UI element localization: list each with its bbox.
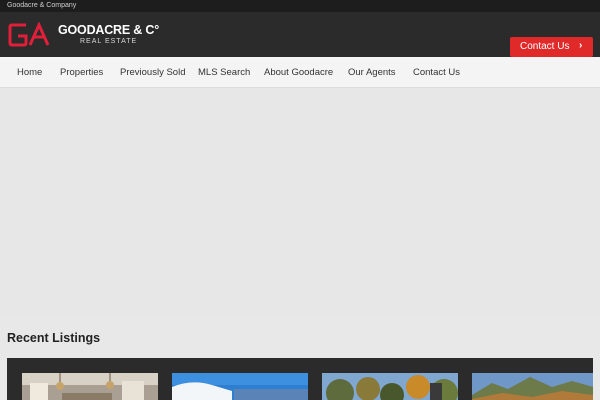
site-header: GOODACRE & C° REAL ESTATE Contact Us › <box>0 12 600 57</box>
ga-monogram-logo-icon <box>8 22 50 47</box>
nav-item-contact-us[interactable]: Contact Us <box>413 67 460 79</box>
nav-item-about-goodacre[interactable]: About Goodacre <box>264 67 333 79</box>
listing-photo-trees <box>322 373 458 400</box>
main-nav: Home Properties Previously Sold MLS Sear… <box>0 57 600 88</box>
listing-thumbnail[interactable] <box>472 373 593 400</box>
nav-item-our-agents[interactable]: Our Agents <box>348 67 396 79</box>
listing-photo-interior <box>22 373 158 400</box>
logo-name: GOODACRE & C° <box>58 23 160 37</box>
nav-item-mls-search[interactable]: MLS Search <box>198 67 250 79</box>
company-name: Goodacre & Company <box>7 2 77 9</box>
top-bar: Goodacre & Company <box>0 0 600 12</box>
site-logo[interactable]: GOODACRE & C° REAL ESTATE <box>8 22 160 48</box>
nav-item-properties[interactable]: Properties <box>60 67 103 79</box>
nav-item-home[interactable]: Home <box>17 67 42 79</box>
logo-tagline: REAL ESTATE <box>80 38 138 45</box>
recent-listings-carousel <box>7 358 593 400</box>
contact-us-label: Contact Us <box>520 41 570 52</box>
hero-slider[interactable] <box>0 88 600 318</box>
listing-thumbnail[interactable] <box>172 373 308 400</box>
nav-item-previously-sold[interactable]: Previously Sold <box>120 67 185 79</box>
listing-photo-mountains <box>472 373 593 400</box>
chevron-right-icon: › <box>579 40 583 51</box>
listing-thumbnail[interactable] <box>322 373 458 400</box>
section-title-recent-listings: Recent Listings <box>7 331 101 345</box>
contact-us-button[interactable]: Contact Us › <box>510 37 593 57</box>
listing-thumbnail[interactable] <box>22 373 158 400</box>
listing-photo-exterior <box>172 373 308 400</box>
